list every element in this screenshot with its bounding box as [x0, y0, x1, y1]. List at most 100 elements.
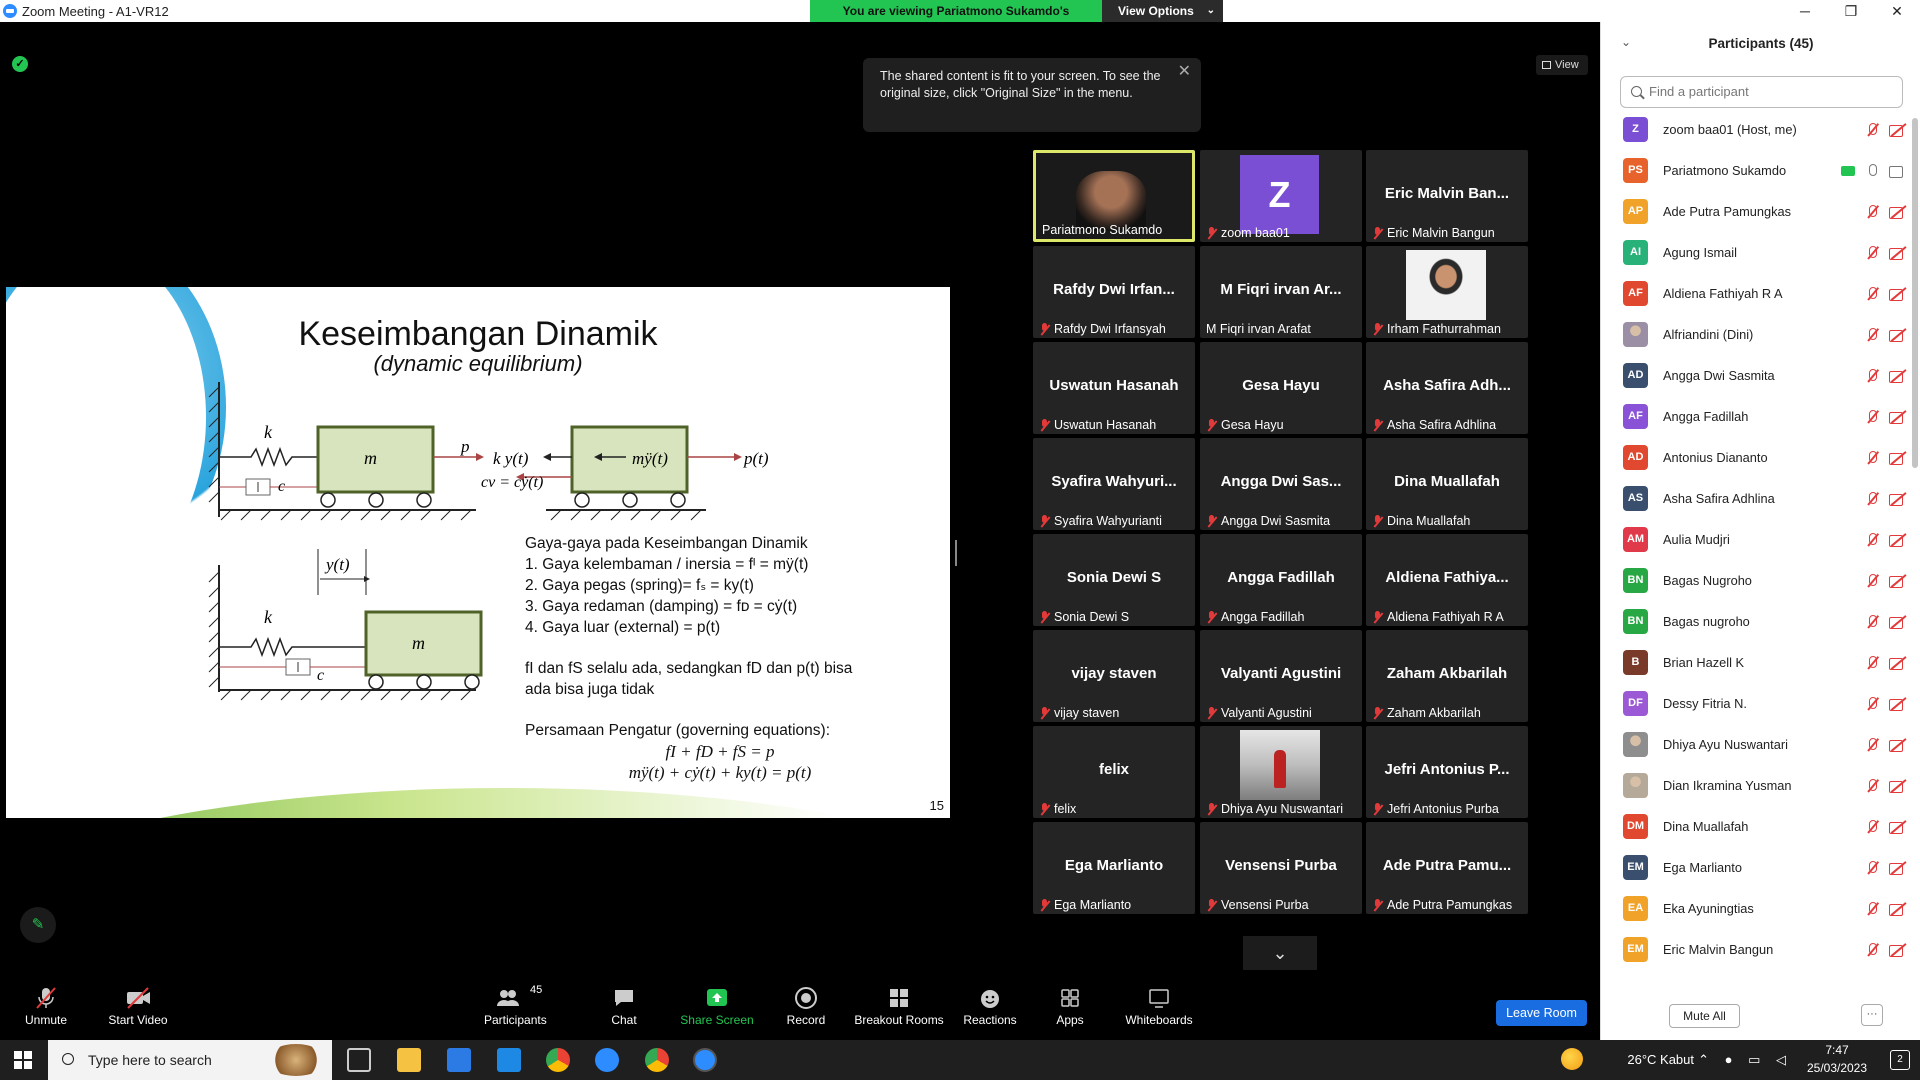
muted-mic-icon[interactable]: [1864, 532, 1880, 548]
video-tile[interactable]: Vensensi Purba Vensensi Purba: [1200, 822, 1362, 914]
taskbar-search-box[interactable]: Type here to search: [48, 1040, 332, 1080]
participant-row[interactable]: AF Aldiena Fathiyah R A: [1601, 273, 1913, 314]
participant-row[interactable]: AS Asha Safira Adhlina: [1601, 478, 1913, 519]
participant-row[interactable]: DM Dina Muallafah: [1601, 806, 1913, 847]
video-tile[interactable]: Valyanti Agustini Valyanti Agustini: [1200, 630, 1362, 722]
security-shield-icon[interactable]: ✓: [12, 56, 28, 72]
participant-row[interactable]: EA Eka Ayuningtias: [1601, 888, 1913, 929]
video-tile[interactable]: Ade Putra Pamu... Ade Putra Pamungkas: [1366, 822, 1528, 914]
annotate-pen-icon[interactable]: ✎: [20, 907, 56, 943]
participant-row[interactable]: EM Ega Marlianto: [1601, 847, 1913, 888]
participant-row[interactable]: BN Bagas Nugroho: [1601, 560, 1913, 601]
participant-row[interactable]: AP Ade Putra Pamungkas: [1601, 191, 1913, 232]
muted-mic-icon[interactable]: [1864, 778, 1880, 794]
video-tile[interactable]: Dina Muallafah Dina Muallafah: [1366, 438, 1528, 530]
record-button[interactable]: Record: [784, 986, 828, 1027]
camera-off-icon[interactable]: [1889, 574, 1907, 588]
camera-off-icon[interactable]: [1889, 656, 1907, 670]
camera-off-icon[interactable]: [1889, 287, 1907, 301]
muted-mic-icon[interactable]: [1864, 204, 1880, 220]
maximize-button[interactable]: ❐: [1828, 0, 1874, 22]
chat-button[interactable]: Chat: [604, 986, 644, 1027]
windows-start-icon[interactable]: [14, 1051, 32, 1069]
camera-on-icon[interactable]: [1889, 164, 1907, 178]
camera-off-icon[interactable]: [1889, 943, 1907, 957]
participant-row[interactable]: Dian Ikramina Yusman: [1601, 765, 1913, 806]
camera-off-icon[interactable]: [1889, 861, 1907, 875]
share-screen-button[interactable]: Share Screen: [680, 986, 754, 1027]
participant-row[interactable]: BN Bagas nugroho: [1601, 601, 1913, 642]
video-tile[interactable]: Zaham Akbarilah Zaham Akbarilah: [1366, 630, 1528, 722]
participant-row[interactable]: Zzoom baa01 (Host, me): [1601, 109, 1913, 150]
muted-mic-icon[interactable]: [1864, 491, 1880, 507]
leave-room-button[interactable]: Leave Room: [1496, 1000, 1587, 1026]
teamviewer-icon[interactable]: [595, 1048, 619, 1072]
view-options-button[interactable]: View Options ⌄: [1102, 0, 1223, 22]
chrome-profile-icon[interactable]: [645, 1048, 669, 1072]
participant-row[interactable]: AD Antonius Diananto: [1601, 437, 1913, 478]
camera-off-icon[interactable]: [1889, 902, 1907, 916]
muted-mic-icon[interactable]: [1864, 450, 1880, 466]
video-tile[interactable]: Uswatun Hasanah Uswatun Hasanah: [1033, 342, 1195, 434]
camera-off-icon[interactable]: [1889, 533, 1907, 547]
close-icon[interactable]: ✕: [1178, 63, 1191, 80]
video-tile[interactable]: Rafdy Dwi Irfan... Rafdy Dwi Irfansyah: [1033, 246, 1195, 338]
notification-badge[interactable]: 2: [1890, 1050, 1910, 1070]
video-tile[interactable]: Asha Safira Adh... Asha Safira Adhlina: [1366, 342, 1528, 434]
muted-mic-icon[interactable]: [1864, 614, 1880, 630]
mic-on-icon[interactable]: [1864, 163, 1880, 179]
task-view-icon[interactable]: [347, 1048, 371, 1072]
camera-off-icon[interactable]: [1889, 738, 1907, 752]
grid-next-page-button[interactable]: ⌄: [1243, 936, 1317, 970]
muted-mic-icon[interactable]: [1864, 327, 1880, 343]
muted-mic-icon[interactable]: [1864, 737, 1880, 753]
camera-off-icon[interactable]: [1889, 123, 1907, 137]
mail-icon[interactable]: [497, 1048, 521, 1072]
muted-mic-icon[interactable]: [1864, 655, 1880, 671]
video-tile[interactable]: Pariatmono Sukamdo: [1033, 150, 1195, 242]
camera-off-icon[interactable]: [1889, 369, 1907, 383]
participant-row[interactable]: Dhiya Ayu Nuswantari: [1601, 724, 1913, 765]
video-tile[interactable]: Irham Fathurrahman: [1366, 246, 1528, 338]
video-tile[interactable]: Dhiya Ayu Nuswantari: [1200, 726, 1362, 818]
participant-row[interactable]: AD Angga Dwi Sasmita: [1601, 355, 1913, 396]
start-video-button[interactable]: Start Video: [104, 986, 172, 1027]
video-tile[interactable]: felix felix: [1033, 726, 1195, 818]
clock-time[interactable]: 7:47: [1799, 1043, 1875, 1057]
video-tile[interactable]: Angga Fadillah Angga Fadillah: [1200, 534, 1362, 626]
camera-off-icon[interactable]: [1889, 451, 1907, 465]
camera-off-icon[interactable]: [1889, 615, 1907, 629]
muted-mic-icon[interactable]: [1864, 573, 1880, 589]
video-tile[interactable]: M Fiqri irvan Ar... M Fiqri irvan Arafat: [1200, 246, 1362, 338]
more-options-button[interactable]: ···: [1861, 1004, 1883, 1026]
weather-icon[interactable]: [1561, 1048, 1583, 1070]
breakout-rooms-button[interactable]: Breakout Rooms: [854, 986, 944, 1027]
camera-off-icon[interactable]: [1889, 328, 1907, 342]
file-explorer-icon[interactable]: [397, 1048, 421, 1072]
muted-mic-icon[interactable]: [1864, 245, 1880, 261]
muted-mic-icon[interactable]: [1864, 286, 1880, 302]
tray-icons[interactable]: ⌃ ● ▭ ◁: [1698, 1052, 1792, 1068]
participant-row[interactable]: PS Pariatmono Sukamdo: [1601, 150, 1913, 191]
camera-off-icon[interactable]: [1889, 246, 1907, 260]
clock-date[interactable]: 25/03/2023: [1799, 1061, 1875, 1075]
apps-button[interactable]: Apps: [1054, 986, 1086, 1027]
muted-mic-icon[interactable]: [1864, 819, 1880, 835]
weather-text[interactable]: 26°C Kabut: [1627, 1052, 1694, 1067]
video-tile[interactable]: Angga Dwi Sas... Angga Dwi Sasmita: [1200, 438, 1362, 530]
muted-mic-icon[interactable]: [1864, 409, 1880, 425]
camera-off-icon[interactable]: [1889, 410, 1907, 424]
camera-off-icon[interactable]: [1889, 492, 1907, 506]
participant-row[interactable]: Alfriandini (Dini): [1601, 314, 1913, 355]
view-button[interactable]: View: [1536, 55, 1588, 75]
camera-off-icon[interactable]: [1889, 820, 1907, 834]
participant-row[interactable]: EM Eric Malvin Bangun: [1601, 929, 1913, 970]
participant-row[interactable]: AM Aulia Mudjri: [1601, 519, 1913, 560]
video-tile[interactable]: Ega Marlianto Ega Marlianto: [1033, 822, 1195, 914]
muted-mic-icon[interactable]: [1864, 696, 1880, 712]
store-icon[interactable]: [447, 1048, 471, 1072]
split-drag-handle[interactable]: [955, 540, 957, 566]
participant-search-input[interactable]: Find a participant: [1620, 76, 1903, 108]
participant-row[interactable]: AF Angga Fadillah: [1601, 396, 1913, 437]
participant-row[interactable]: AI Agung Ismail: [1601, 232, 1913, 273]
